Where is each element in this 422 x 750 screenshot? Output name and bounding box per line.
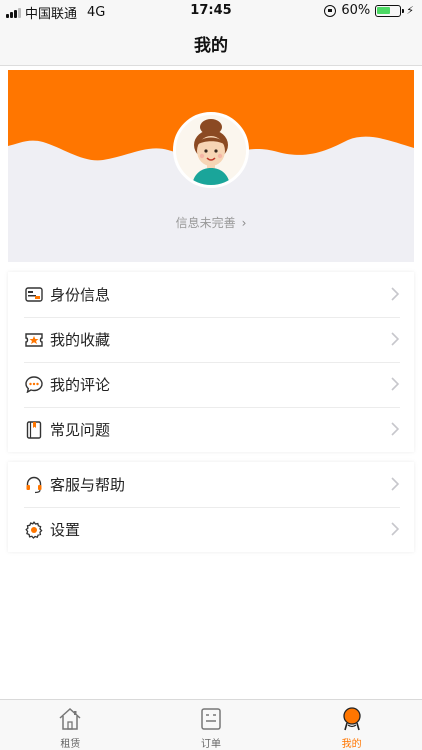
battery-icon — [375, 4, 405, 17]
id-card-icon — [24, 285, 44, 305]
menu-label: 常见问题 — [50, 421, 111, 439]
chevron-right-icon — [391, 377, 400, 391]
comment-bubble-icon — [24, 375, 44, 395]
tab-rental[interactable]: 租赁 — [0, 700, 141, 750]
person-icon — [343, 707, 361, 731]
profile-status-link[interactable]: 信息未完善 › — [8, 214, 414, 231]
home-icon — [59, 707, 81, 730]
navigation-bar: 我的 — [0, 22, 422, 66]
gear-icon — [24, 520, 44, 540]
profile-header[interactable]: 信息未完善 › — [8, 70, 414, 262]
screen: 中国联通 4G 17:45 60% ⚡ 我的 信息未完善 › 身份信息 我的收藏… — [0, 0, 422, 750]
battery-percent: 60% — [341, 3, 371, 18]
battery-fill — [377, 6, 391, 14]
profile-status-text: 信息未完善 — [175, 216, 236, 230]
menu-label: 设置 — [50, 521, 81, 539]
tab-bar: 租赁 订单 我的 — [0, 699, 422, 750]
menu-label: 我的评论 — [50, 376, 111, 394]
avatar[interactable] — [173, 112, 249, 188]
menu-label: 我的收藏 — [50, 331, 111, 349]
menu-item-faq[interactable]: 常见问题 — [8, 407, 414, 452]
page-title: 我的 — [194, 36, 228, 56]
favorite-ticket-icon — [24, 330, 44, 350]
menu-item-favorites[interactable]: 我的收藏 — [8, 317, 414, 362]
rotation-lock-icon — [324, 4, 337, 17]
charging-bolt-icon: ⚡ — [406, 4, 414, 17]
tab-label: 我的 — [341, 739, 362, 750]
menu-item-identity[interactable]: 身份信息 — [8, 272, 414, 317]
tab-label: 租赁 — [60, 739, 81, 750]
chevron-right-icon — [391, 477, 400, 491]
chevron-right-icon — [391, 332, 400, 346]
book-icon — [24, 420, 44, 440]
menu-group-support: 客服与帮助 设置 — [8, 462, 414, 552]
headset-icon — [24, 475, 44, 495]
tab-label: 订单 — [201, 739, 221, 750]
menu-label: 身份信息 — [50, 286, 111, 304]
chevron-right-icon — [391, 287, 400, 301]
tab-orders[interactable]: 订单 — [141, 700, 282, 750]
tab-mine[interactable]: 我的 — [281, 700, 422, 750]
menu-item-comments[interactable]: 我的评论 — [8, 362, 414, 407]
status-bar: 中国联通 4G 17:45 60% ⚡ — [0, 0, 422, 22]
menu-group-account: 身份信息 我的收藏 我的评论 常见问题 — [8, 272, 414, 452]
order-list-icon — [201, 708, 221, 730]
menu-label: 客服与帮助 — [50, 476, 126, 494]
status-right: 60% ⚡ — [324, 3, 414, 18]
menu-item-settings[interactable]: 设置 — [8, 507, 414, 552]
chevron-right-icon — [391, 422, 400, 436]
avatar-girl-icon — [176, 115, 246, 185]
chevron-right-icon: › — [241, 216, 247, 230]
menu-item-customer-service[interactable]: 客服与帮助 — [8, 462, 414, 507]
chevron-right-icon — [391, 522, 400, 536]
